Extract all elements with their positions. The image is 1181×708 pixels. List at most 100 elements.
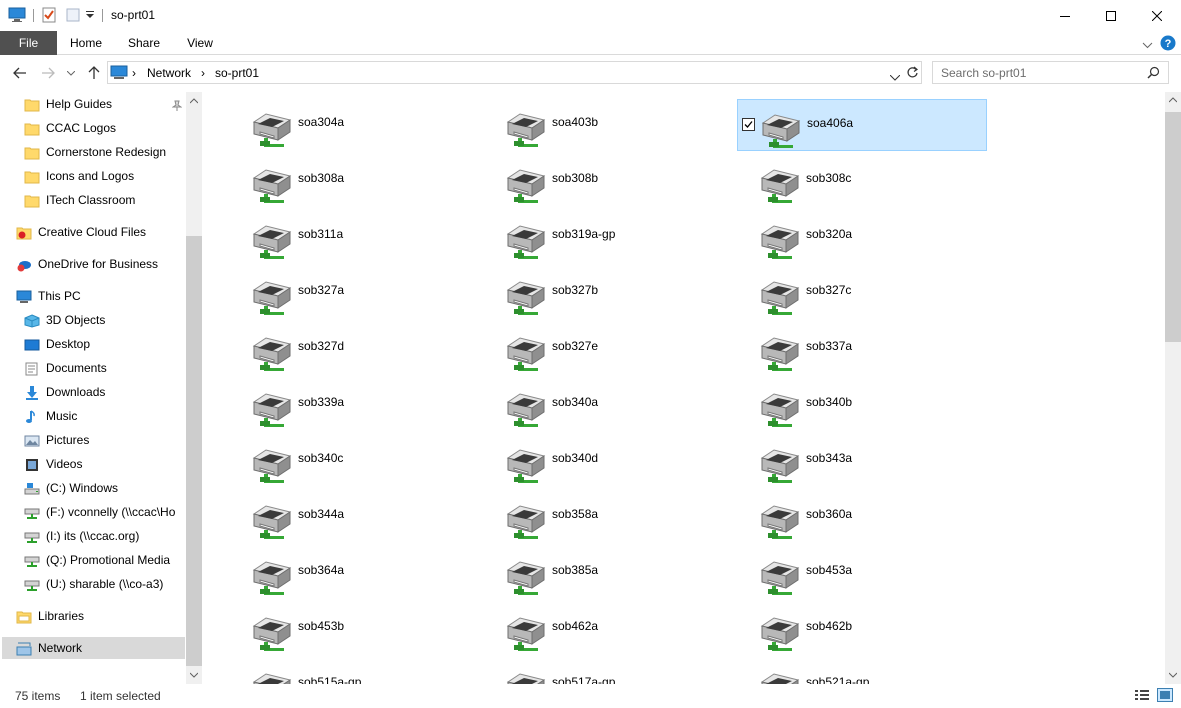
sidebar-item[interactable]: Music <box>2 405 185 427</box>
printer-item[interactable]: sob343a <box>737 435 987 487</box>
sidebar-item[interactable]: Videos <box>2 453 185 475</box>
printer-item[interactable]: sob327c <box>737 267 987 319</box>
printer-item[interactable]: sob340a <box>483 379 733 431</box>
printer-item[interactable]: soa403b <box>483 99 733 151</box>
svg-text:?: ? <box>1165 38 1172 50</box>
network-drive-icon <box>24 577 40 591</box>
sidebar-scrollbar-thumb[interactable] <box>186 236 202 666</box>
minimize-button[interactable] <box>1042 0 1088 31</box>
printer-item[interactable]: sob364a <box>229 547 479 599</box>
customize-toolbar-icon[interactable] <box>86 9 94 23</box>
pin-icon[interactable] <box>171 97 183 115</box>
printer-item[interactable]: sob462a <box>483 603 733 655</box>
printer-item[interactable]: sob462b <box>737 603 987 655</box>
back-button[interactable] <box>11 64 29 82</box>
computer-icon[interactable] <box>8 7 26 26</box>
sidebar-item-label: ITech Classroom <box>46 193 136 207</box>
tab-share[interactable]: Share <box>120 31 168 55</box>
tab-home[interactable]: Home <box>62 31 110 55</box>
breadcrumb-current[interactable]: so-prt01 <box>215 66 259 80</box>
breadcrumb-network[interactable]: Network <box>147 66 191 80</box>
printer-item[interactable]: sob337a <box>737 323 987 375</box>
sidebar-item[interactable]: Documents <box>2 357 185 379</box>
printer-item[interactable]: sob385a <box>483 547 733 599</box>
sidebar-item[interactable]: Downloads <box>2 381 185 403</box>
printer-item[interactable]: sob453a <box>737 547 987 599</box>
sidebar-item[interactable]: Desktop <box>2 333 185 355</box>
help-icon[interactable]: ? <box>1160 35 1176 54</box>
printer-item[interactable]: soa406a <box>737 99 987 151</box>
printer-item[interactable]: sob521a-gp <box>737 659 987 684</box>
refresh-icon[interactable] <box>906 66 919 82</box>
forward-button[interactable] <box>39 64 57 82</box>
printer-item[interactable]: sob360a <box>737 491 987 543</box>
printer-item[interactable]: sob311a <box>229 211 479 263</box>
printer-name: sob340c <box>298 451 344 465</box>
printer-item[interactable]: sob308c <box>737 155 987 207</box>
sidebar-item[interactable]: Cornerstone Redesign <box>2 141 185 163</box>
sidebar-item[interactable]: OneDrive for Business <box>2 253 185 275</box>
details-view-icon[interactable] <box>1134 689 1150 704</box>
printer-item[interactable]: sob340b <box>737 379 987 431</box>
checkbox[interactable] <box>742 118 755 131</box>
sidebar-item[interactable]: (F:) vconnelly (\\ccac\Ho <box>2 501 185 523</box>
tab-file[interactable]: File <box>0 31 57 55</box>
sidebar-item[interactable]: (I:) its (\\ccac.org) <box>2 525 185 547</box>
printer-item[interactable]: sob308a <box>229 155 479 207</box>
file-list: soa304a soa403b soa406a sob308a sob308b sob30… <box>202 92 1165 684</box>
onedrive-icon <box>16 257 32 272</box>
sidebar-item-label: Documents <box>46 361 107 375</box>
new-folder-icon[interactable] <box>65 7 81 26</box>
sidebar-item-label: Desktop <box>46 337 91 351</box>
printer-item[interactable]: sob319a-gp <box>483 211 733 263</box>
printer-item[interactable]: sob339a <box>229 379 479 431</box>
sidebar-item[interactable]: (Q:) Promotional Media <box>2 549 185 571</box>
expand-ribbon-icon[interactable] <box>1142 38 1153 52</box>
sidebar-item[interactable]: ITech Classroom <box>2 189 185 211</box>
printer-item[interactable]: sob327d <box>229 323 479 375</box>
scrollbar-thumb[interactable] <box>1165 112 1181 342</box>
printer-item[interactable]: sob517a-gp <box>483 659 733 684</box>
printer-item[interactable]: soa304a <box>229 99 479 151</box>
search-box[interactable]: Search so-prt01 <box>932 61 1169 84</box>
recent-locations-icon[interactable] <box>65 64 77 82</box>
printer-item[interactable]: sob358a <box>483 491 733 543</box>
printer-item[interactable]: sob515a-gp <box>229 659 479 684</box>
sidebar-item[interactable]: Creative Cloud Files <box>2 221 185 243</box>
printer-item[interactable]: sob327e <box>483 323 733 375</box>
sidebar-item[interactable]: (U:) sharable (\\co-a3) <box>2 573 185 595</box>
sidebar-item[interactable]: Icons and Logos <box>2 165 185 187</box>
printer-item[interactable]: sob453b <box>229 603 479 655</box>
search-icon[interactable] <box>1147 66 1160 82</box>
scroll-down-icon[interactable] <box>1169 672 1177 678</box>
sidebar-item[interactable]: CCAC Logos <box>2 117 185 139</box>
printer-item[interactable]: sob344a <box>229 491 479 543</box>
sidebar-item[interactable]: This PC <box>2 285 185 307</box>
properties-icon[interactable] <box>41 7 57 26</box>
sidebar-item[interactable]: Network <box>2 637 185 659</box>
sidebar-item[interactable]: Help Guides <box>2 93 185 115</box>
tab-view[interactable]: View <box>177 31 223 55</box>
up-button[interactable] <box>85 64 103 82</box>
chevron-down-icon[interactable] <box>889 70 901 84</box>
maximize-button[interactable] <box>1088 0 1134 31</box>
printer-item[interactable]: sob340c <box>229 435 479 487</box>
sidebar-item[interactable]: 3D Objects <box>2 309 185 331</box>
printer-item[interactable]: sob340d <box>483 435 733 487</box>
printer-item[interactable]: sob327a <box>229 267 479 319</box>
drive-icon <box>24 481 40 495</box>
printer-item[interactable]: sob308b <box>483 155 733 207</box>
sidebar-item[interactable]: (C:) Windows <box>2 477 185 499</box>
printer-item[interactable]: sob320a <box>737 211 987 263</box>
printer-item[interactable]: sob327b <box>483 267 733 319</box>
sidebar-item[interactable]: Libraries <box>2 605 185 627</box>
address-bar[interactable]: › Network › so-prt01 <box>107 61 922 84</box>
sidebar-item[interactable]: Pictures <box>2 429 185 451</box>
large-icons-view-icon[interactable] <box>1157 688 1173 705</box>
printer-name: sob385a <box>552 563 599 577</box>
scroll-up-icon[interactable] <box>1169 97 1177 103</box>
search-input[interactable]: Search so-prt01 <box>941 66 1026 80</box>
folder-icon <box>24 121 40 136</box>
sidebar-item-label: OneDrive for Business <box>38 257 159 271</box>
close-button[interactable] <box>1134 0 1180 31</box>
